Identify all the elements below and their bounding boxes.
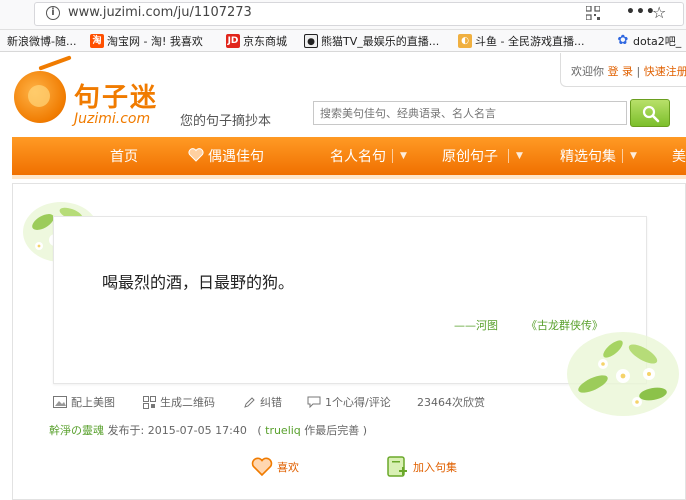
action-label: 23464次欣赏 [417,396,485,409]
action-label: 1个心得/评论 [325,396,391,409]
logo-domain[interactable]: Juzimi.com [74,111,150,127]
generate-qrcode-button[interactable]: 生成二维码 [143,394,215,410]
divider [508,149,509,163]
add-label: 加入句集 [413,461,457,474]
qrcode-icon [143,395,156,409]
action-label: 纠错 [260,396,282,409]
nav-underline [12,175,686,179]
book-add-icon [387,456,407,477]
pencil-icon [244,396,255,408]
like-button[interactable]: 喜欢 [251,457,299,477]
nav-original[interactable]: 原创句子 [442,146,498,166]
nav-more[interactable]: 美 [672,146,686,166]
logo-orange-icon[interactable] [14,71,66,123]
bookmark-star-icon[interactable]: ☆ [652,3,666,22]
quote-text[interactable]: 喝最烈的酒，日最野的狗。 [102,269,294,293]
bookmark-douyu[interactable]: ◐ 斗鱼 - 全民游戏直播... [458,33,584,49]
panda-icon: ● [304,34,318,48]
like-label: 喜欢 [277,461,299,474]
chevron-down-icon[interactable]: ▼ [512,146,523,162]
search-icon [642,105,660,123]
add-image-button[interactable]: 配上美图 [53,394,115,410]
nav-label: 精选句集 [560,149,616,165]
bookmark-taobao[interactable]: 淘 淘宝网 - 淘! 我喜欢 [90,33,203,49]
url-text[interactable]: www.juzimi.com/ju/1107273 [68,5,252,20]
editor-link[interactable]: trueliq [265,424,301,437]
nav-random-quotes[interactable]: 偶遇佳句 [188,146,264,166]
nav-home[interactable]: 首页 [110,146,138,166]
info-icon[interactable]: i [46,6,60,20]
flower-decoration [567,332,679,416]
baidu-tieba-icon: ✿ [617,33,629,48]
login-link[interactable]: 登 录 [608,65,634,78]
view-count: 23464次欣赏 [417,394,485,410]
chevron-down-icon[interactable]: ▼ [626,146,637,162]
search-input[interactable] [313,101,627,125]
bookmark-tieba[interactable]: ✿ dota2吧_ [616,33,682,49]
user-welcome: 欢迎你 登 录 | 快速注册 [560,53,686,87]
logo-straw [38,55,72,71]
quote-author-link[interactable]: ——河图 [454,317,498,333]
comment-icon [307,396,321,408]
bookmark-jd[interactable]: JD 京东商城 [226,33,287,49]
correct-button[interactable]: 纠错 [243,394,282,410]
editor-suffix: 作最后完善 ) [304,424,368,437]
bookmark-label: 淘宝网 - 淘! 我喜欢 [107,35,203,48]
uploader-link[interactable]: 幹淨の靈魂 [49,424,104,437]
jd-icon: JD [226,34,240,48]
bookmark-label: 熊猫TV_最娱乐的直播... [321,35,440,48]
qrcode-icon[interactable] [586,6,600,20]
bookmark-label: 斗鱼 - 全民游戏直播... [475,35,585,48]
publish-info: 幹淨の靈魂 发布于: 2015-07-05 17:40 ( trueliq 作最… [49,422,367,438]
nav-label: 偶遇佳句 [208,149,264,165]
taobao-icon: 淘 [90,34,104,48]
image-icon [53,396,67,408]
add-to-collection-button[interactable]: 加入句集 [385,455,457,479]
nav-label: 原创句子 [442,149,498,165]
divider: | [636,65,641,78]
site-header: 句子迷 Juzimi.com 您的句子摘抄本 欢迎你 登 录 | 快速注册 [0,53,686,137]
bookmarks-bar: 新浪微博-随... 淘 淘宝网 - 淘! 我喜欢 JD 京东商城 ● 熊猫TV_… [0,30,686,52]
chevron-down-icon[interactable]: ▼ [396,146,407,162]
welcome-text: 欢迎你 [571,65,604,78]
bookmark-label: dota2吧_ [633,35,682,48]
bookmark-panda[interactable]: ● 熊猫TV_最娱乐的直播... [304,33,439,49]
heart-icon [188,148,204,162]
nav-collections[interactable]: 精选句集 [560,146,616,166]
bookmark-label: 新浪微博-随... [7,35,77,48]
action-label: 生成二维码 [160,396,215,409]
divider [622,149,623,163]
nav-label: 名人名句 [330,149,386,165]
browser-toolbar: i www.juzimi.com/ju/1107273 ••• ☆ [0,0,686,30]
divider [392,149,393,163]
site-slogan: 您的句子摘抄本 [180,114,272,129]
register-link[interactable]: 快速注册 [644,65,686,78]
search-button[interactable] [630,99,670,127]
main-nav: 首页 偶遇佳句 名人名句 ▼ 原创句子 ▼ 精选句集 ▼ 美 [12,137,686,175]
nav-celebrity[interactable]: 名人名句 [330,146,386,166]
bookmark-weibo[interactable]: 新浪微博-随... [0,33,76,49]
heart-icon [251,457,273,477]
douyu-icon: ◐ [458,34,472,48]
logo-title[interactable]: 句子迷 [74,77,158,114]
publish-date: 发布于: 2015-07-05 17:40 [107,424,247,437]
quote-panel: 喝最烈的酒，日最野的狗。 ——河图 《古龙群侠传》 配上美图 生成二维码 纠错 … [12,183,686,500]
bookmark-label: 京东商城 [243,35,287,48]
editor-prefix: ( [257,424,262,437]
comments-button[interactable]: 1个心得/评论 [307,394,391,410]
weibo-icon [0,34,4,48]
action-label: 配上美图 [71,396,115,409]
